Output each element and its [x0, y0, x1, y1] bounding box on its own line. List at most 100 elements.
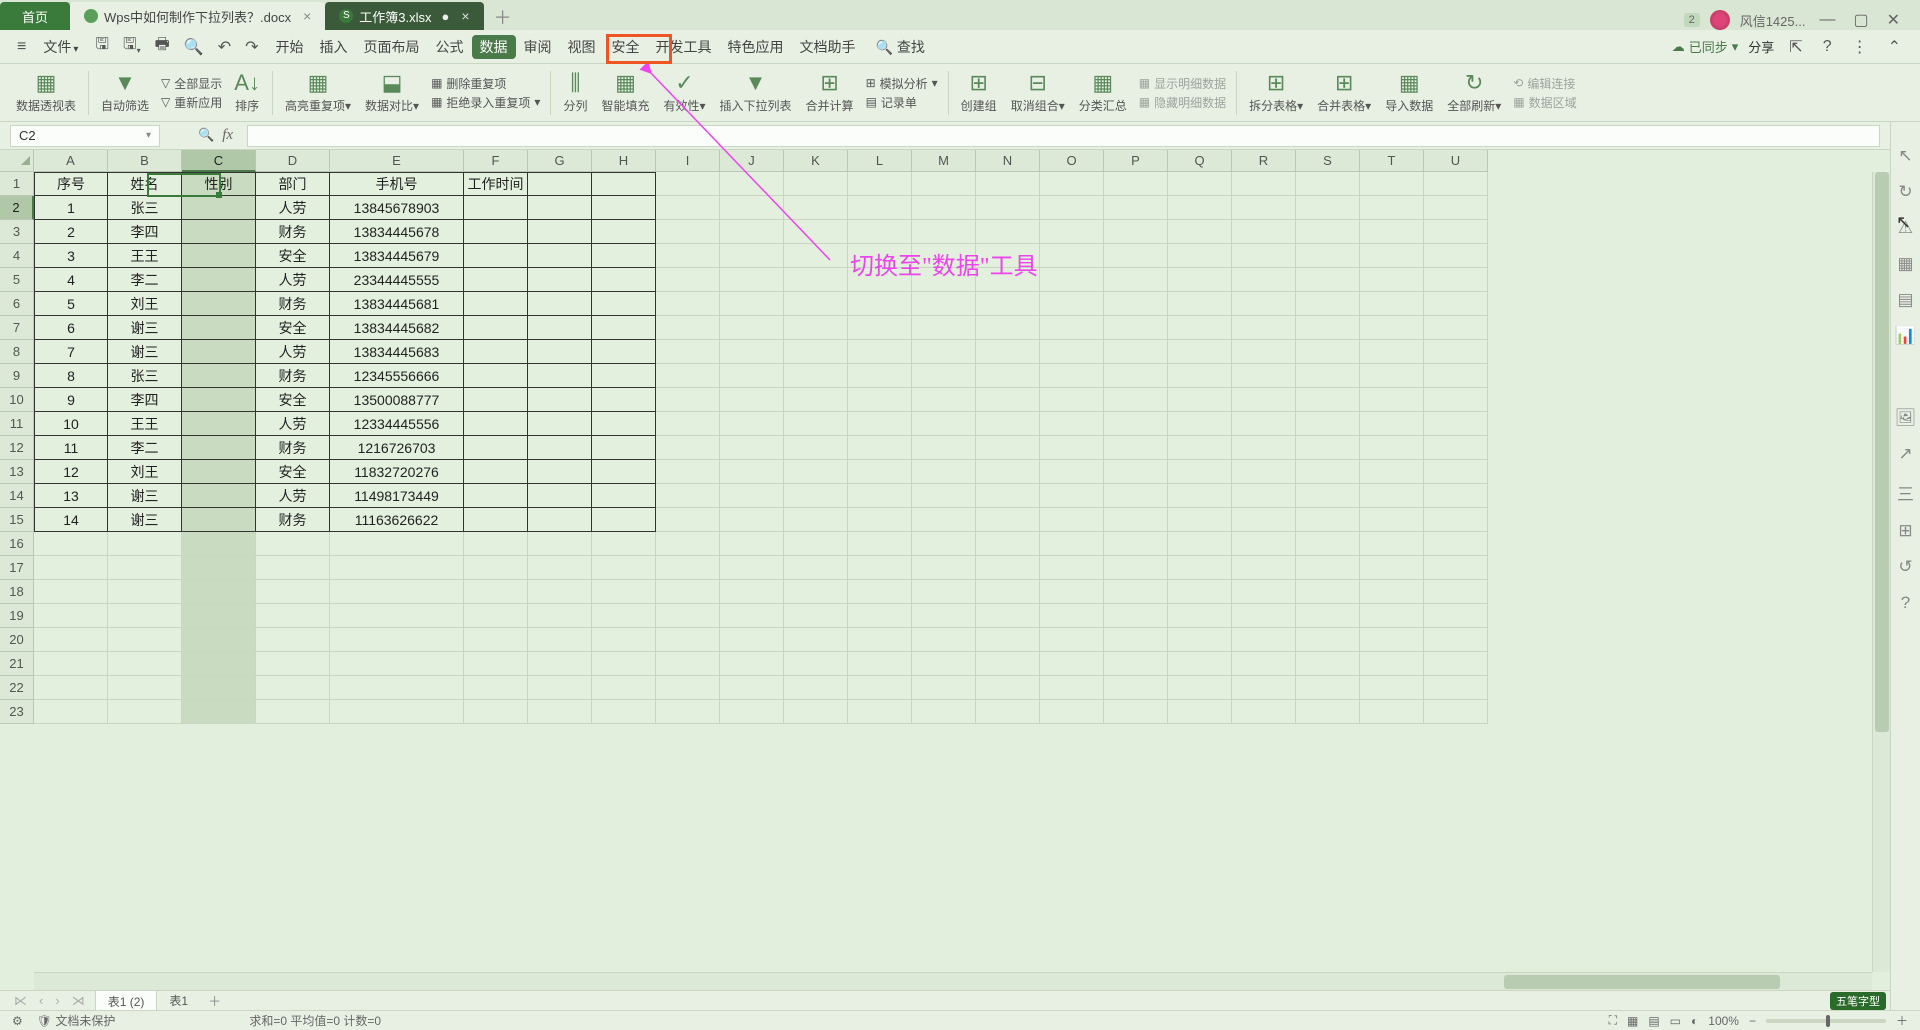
cell-R23[interactable] [1232, 700, 1296, 724]
cell-C9[interactable] [182, 364, 256, 388]
cell-H18[interactable] [592, 580, 656, 604]
menu-插入[interactable]: 插入 [312, 35, 356, 59]
cell-N23[interactable] [976, 700, 1040, 724]
cell-T11[interactable] [1360, 412, 1424, 436]
cell-M8[interactable] [912, 340, 976, 364]
menu-文档助手[interactable]: 文档助手 [792, 35, 864, 59]
file-menu[interactable]: 文件▾ [35, 33, 86, 61]
cell-H2[interactable] [592, 196, 656, 220]
side-layout-icon[interactable]: ▤ [1897, 290, 1913, 310]
cell-C4[interactable] [182, 244, 256, 268]
cell-G19[interactable] [528, 604, 592, 628]
cell-E17[interactable] [330, 556, 464, 580]
cell-J18[interactable] [720, 580, 784, 604]
cell-R15[interactable] [1232, 508, 1296, 532]
cell-P12[interactable] [1104, 436, 1168, 460]
cell-N9[interactable] [976, 364, 1040, 388]
cell-P4[interactable] [1104, 244, 1168, 268]
cell-K2[interactable] [784, 196, 848, 220]
cell-H11[interactable] [592, 412, 656, 436]
cell-E12[interactable]: 1216726703 [330, 436, 464, 460]
col-header-B[interactable]: B [108, 150, 182, 172]
cell-R7[interactable] [1232, 316, 1296, 340]
cell-K19[interactable] [784, 604, 848, 628]
cell-M12[interactable] [912, 436, 976, 460]
cell-U17[interactable] [1424, 556, 1488, 580]
cell-M6[interactable] [912, 292, 976, 316]
cell-R11[interactable] [1232, 412, 1296, 436]
cell-J12[interactable] [720, 436, 784, 460]
col-header-K[interactable]: K [784, 150, 848, 172]
sheet-tab-active[interactable]: 表1 (2) [95, 990, 158, 1012]
record-form-button[interactable]: ▤ 记录单 [866, 94, 938, 111]
cell-O18[interactable] [1040, 580, 1104, 604]
cell-G3[interactable] [528, 220, 592, 244]
cell-J10[interactable] [720, 388, 784, 412]
cell-C17[interactable] [182, 556, 256, 580]
cell-N16[interactable] [976, 532, 1040, 556]
cell-J15[interactable] [720, 508, 784, 532]
app-menu-icon[interactable]: ≡ [12, 36, 31, 58]
cell-D1[interactable]: 部门 [256, 172, 330, 196]
side-refresh-icon[interactable]: ↻ [1898, 182, 1912, 202]
cell-J20[interactable] [720, 628, 784, 652]
cell-J4[interactable] [720, 244, 784, 268]
cell-R12[interactable] [1232, 436, 1296, 460]
cell-K10[interactable] [784, 388, 848, 412]
cell-L2[interactable] [848, 196, 912, 220]
row-header-20[interactable]: 20 [0, 628, 34, 652]
cell-G13[interactable] [528, 460, 592, 484]
split-table-button[interactable]: ⊞拆分表格▾ [1243, 71, 1309, 114]
cell-J19[interactable] [720, 604, 784, 628]
cell-M15[interactable] [912, 508, 976, 532]
cell-U3[interactable] [1424, 220, 1488, 244]
cell-H19[interactable] [592, 604, 656, 628]
cell-U9[interactable] [1424, 364, 1488, 388]
cell-B5[interactable]: 李二 [108, 268, 182, 292]
smart-fill-button[interactable]: ▦智能填充 [595, 71, 655, 114]
cell-Q9[interactable] [1168, 364, 1232, 388]
cell-S12[interactable] [1296, 436, 1360, 460]
cell-U6[interactable] [1424, 292, 1488, 316]
sheet-nav-first-icon[interactable]: ⋉ [14, 993, 27, 1009]
cell-I18[interactable] [656, 580, 720, 604]
cell-G18[interactable] [528, 580, 592, 604]
cell-O15[interactable] [1040, 508, 1104, 532]
cell-U13[interactable] [1424, 460, 1488, 484]
cell-H7[interactable] [592, 316, 656, 340]
cell-S22[interactable] [1296, 676, 1360, 700]
cell-I4[interactable] [656, 244, 720, 268]
cell-M16[interactable] [912, 532, 976, 556]
cell-O22[interactable] [1040, 676, 1104, 700]
cell-D5[interactable]: 人劳 [256, 268, 330, 292]
cell-P14[interactable] [1104, 484, 1168, 508]
cell-R8[interactable] [1232, 340, 1296, 364]
cell-E8[interactable]: 13834445683 [330, 340, 464, 364]
cell-S8[interactable] [1296, 340, 1360, 364]
close-window-icon[interactable]: ✕ [1883, 10, 1904, 30]
cell-O13[interactable] [1040, 460, 1104, 484]
sort-button[interactable]: A↓排序 [228, 71, 266, 114]
col-header-T[interactable]: T [1360, 150, 1424, 172]
cell-Q10[interactable] [1168, 388, 1232, 412]
cell-J1[interactable] [720, 172, 784, 196]
cell-B4[interactable]: 王王 [108, 244, 182, 268]
cell-T10[interactable] [1360, 388, 1424, 412]
cell-T8[interactable] [1360, 340, 1424, 364]
cell-D21[interactable] [256, 652, 330, 676]
side-select-icon[interactable]: ↖ [1898, 146, 1912, 166]
cell-I5[interactable] [656, 268, 720, 292]
cell-F12[interactable] [464, 436, 528, 460]
cell-D4[interactable]: 安全 [256, 244, 330, 268]
cell-F11[interactable] [464, 412, 528, 436]
side-grid-icon[interactable]: ⊞ [1898, 521, 1912, 541]
more-icon[interactable]: ⋮ [1847, 35, 1873, 59]
side-image-icon[interactable]: 🖼 [1895, 408, 1917, 428]
col-header-D[interactable]: D [256, 150, 330, 172]
cell-C16[interactable] [182, 532, 256, 556]
cell-C8[interactable] [182, 340, 256, 364]
cell-U11[interactable] [1424, 412, 1488, 436]
cell-O6[interactable] [1040, 292, 1104, 316]
cell-D11[interactable]: 人劳 [256, 412, 330, 436]
row-header-19[interactable]: 19 [0, 604, 34, 628]
